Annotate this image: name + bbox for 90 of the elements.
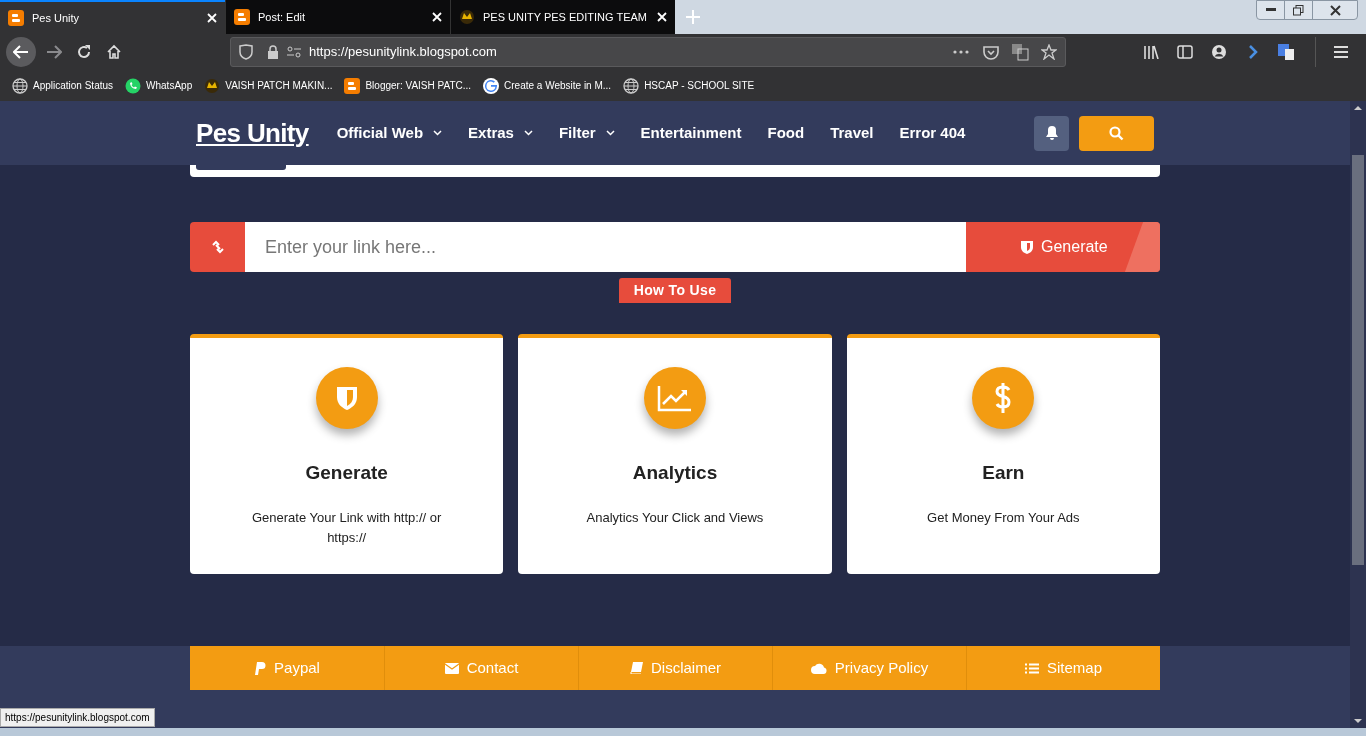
- browser-tab[interactable]: Pes Unity: [0, 0, 225, 34]
- bookmark-label: WhatsApp: [146, 79, 193, 93]
- site-logo[interactable]: Pes Unity: [196, 113, 309, 153]
- bookmark-label: Create a Website in M...: [504, 79, 612, 93]
- bookmark[interactable]: VAISH PATCH MAKIN...: [204, 77, 333, 94]
- feature-text: Generate Your Link with http:// or https://: [251, 508, 443, 547]
- close-icon[interactable]: [207, 13, 217, 23]
- bookmark-label: Blogger: VAISH PATC...: [365, 79, 472, 93]
- bookmark[interactable]: WhatsApp: [125, 77, 193, 94]
- chevron-down-icon: [523, 130, 533, 136]
- feature-title: Earn: [982, 461, 1025, 485]
- more-icon[interactable]: [953, 50, 969, 54]
- feature-text: Analytics Your Click and Views: [585, 508, 765, 527]
- chevron-down-icon: [605, 130, 615, 136]
- blogger-icon: [8, 10, 24, 26]
- back-button[interactable]: [6, 37, 36, 67]
- bookmark[interactable]: Application Status: [12, 77, 114, 94]
- close-icon[interactable]: [432, 12, 442, 22]
- bookmark[interactable]: Create a Website in M...: [483, 77, 612, 94]
- restore-icon: [1293, 4, 1304, 16]
- address-bar[interactable]: https://pesunitylink.blogspot.com: [230, 37, 1066, 67]
- shield-icon: [1021, 240, 1033, 254]
- pocket-icon[interactable]: [983, 44, 999, 60]
- lock-icon: [267, 45, 279, 59]
- shield-icon: [239, 44, 253, 60]
- browser-tab[interactable]: PES UNITY PES EDITING TEAM: [450, 0, 675, 34]
- globe-icon: [623, 77, 640, 94]
- search-icon: [1109, 125, 1124, 141]
- tab-title: Pes Unity: [32, 10, 81, 26]
- scroll-up-icon[interactable]: [1354, 105, 1362, 110]
- trend-chart-icon: [657, 384, 693, 412]
- emblem-icon: [459, 9, 475, 25]
- bookmark[interactable]: HSCAP - SCHOOL SITE: [623, 77, 755, 94]
- nav-link[interactable]: Entertainment: [640, 121, 742, 145]
- notification-button[interactable]: [1034, 115, 1069, 151]
- bookmark-label: VAISH PATCH MAKIN...: [225, 79, 333, 93]
- paypal-icon: [254, 661, 267, 675]
- link-icon: [210, 240, 225, 254]
- link-input[interactable]: Enter your link here...: [245, 222, 966, 272]
- sidebar-icon[interactable]: [1177, 45, 1193, 59]
- scrollbar-thumb[interactable]: [1352, 155, 1364, 565]
- close-icon[interactable]: [657, 12, 667, 22]
- list-icon: [1025, 662, 1039, 674]
- search-button[interactable]: [1079, 115, 1154, 151]
- library-icon[interactable]: [1143, 45, 1159, 59]
- envelope-icon: [444, 662, 459, 674]
- tab-title: Post: Edit: [258, 9, 307, 25]
- chevron-down-icon: [433, 130, 443, 136]
- generate-button[interactable]: Generate: [966, 222, 1160, 272]
- browser-tab[interactable]: Post: Edit: [225, 0, 450, 34]
- how-to-use-button[interactable]: How To Use: [618, 278, 732, 303]
- feature-title: Generate: [305, 461, 388, 485]
- blogger-icon: [234, 9, 250, 25]
- forward-arrow-icon[interactable]: [46, 45, 62, 59]
- bell-icon: [1044, 125, 1059, 141]
- globe-icon: [12, 77, 28, 94]
- tab-title: PES UNITY PES EDITING TEAM: [483, 9, 649, 25]
- nav-link[interactable]: Filter: [558, 121, 615, 145]
- nav-link[interactable]: Extras: [468, 121, 533, 145]
- back-arrow-icon: [13, 45, 29, 59]
- translate-icon[interactable]: [1277, 43, 1295, 61]
- star-icon[interactable]: [1041, 44, 1057, 60]
- minimize-icon: [1265, 8, 1276, 12]
- menu-icon[interactable]: [1334, 46, 1348, 58]
- chat-bubble-icon: [125, 77, 142, 94]
- url-text: https://pesunitylink.blogspot.com: [309, 43, 498, 62]
- nav-link[interactable]: Travel: [830, 121, 874, 145]
- bookmark[interactable]: Blogger: VAISH PATC...: [344, 77, 472, 94]
- google-icon: [483, 77, 500, 94]
- scroll-down-icon[interactable]: [1354, 719, 1362, 724]
- feature-title: Analytics: [632, 461, 718, 485]
- reload-icon[interactable]: [76, 44, 92, 60]
- feature-text: Get Money From Your Ads: [926, 508, 1081, 527]
- close-icon: [1329, 4, 1341, 16]
- account-icon[interactable]: [1211, 44, 1227, 60]
- cloud-icon: [810, 662, 827, 674]
- nav-link[interactable]: Official Web: [336, 121, 443, 145]
- permissions-icon: [287, 46, 301, 58]
- book-icon: [630, 662, 643, 674]
- bookmark-label: Application Status: [33, 79, 114, 93]
- nav-link[interactable]: Food: [767, 121, 805, 145]
- shield-icon: [335, 385, 358, 411]
- emblem-icon: [204, 77, 221, 94]
- status-url: https://pesunitylink.blogspot.com: [0, 708, 155, 727]
- dollar-icon: [994, 382, 1013, 414]
- blogger-icon: [344, 77, 361, 94]
- plus-icon: [686, 10, 700, 24]
- home-icon[interactable]: [106, 44, 122, 60]
- nav-link[interactable]: Error 404: [899, 121, 966, 145]
- bookmark-label: HSCAP - SCHOOL SITE: [644, 79, 755, 93]
